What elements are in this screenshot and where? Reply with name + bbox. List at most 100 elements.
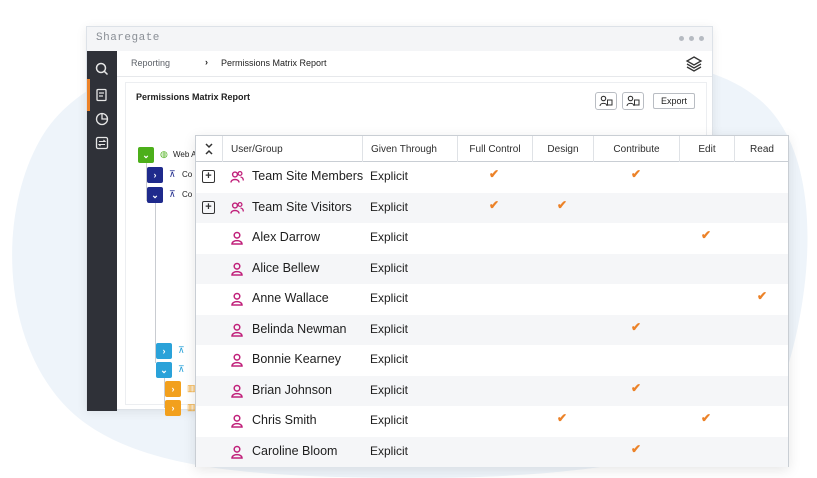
table-row[interactable]: Brian Johnson Explicit ✔ [196,375,788,406]
check-icon-edit: ✔ [701,228,712,242]
transfer-icon[interactable] [92,133,112,153]
table-row[interactable]: Belinda Newman Explicit ✔ [196,314,788,345]
user-icon [231,231,243,245]
row-user-name: Bonnie Kearney [252,352,341,366]
expand-icon[interactable]: + [202,200,215,214]
user-icon [231,445,243,459]
users-icon [599,95,613,107]
tree-expand-button[interactable]: › [165,400,181,416]
permissions-matrix: User/Group Given Through Full Control De… [195,135,789,467]
row-given-through: Explicit [370,291,409,305]
table-row[interactable]: Alice Bellew Explicit [196,253,788,284]
group-icon [230,201,244,214]
app-logo: Sharegate [96,32,160,44]
group-icon [230,170,244,183]
matrix-header: User/Group Given Through Full Control De… [196,136,788,162]
page-title: Permissions Matrix Report [136,92,251,102]
check-icon-read: ✔ [757,289,768,303]
check-icon-contribute: ✔ [631,319,642,334]
check-icon-design: ✔ [557,197,568,212]
user-icon [231,353,243,367]
table-row[interactable]: Caroline Bloom Explicit ✔ [196,436,788,467]
check-icon-contribute: ✔ [631,167,642,181]
site-icon: ⊼ [169,189,176,199]
row-user-name: Belinda Newman [252,321,347,336]
column-header-full-control[interactable]: Full Control [457,136,532,162]
check-icon-contribute: ✔ [631,441,642,456]
column-header-contribute[interactable]: Contribute [593,136,679,162]
column-header-design[interactable]: Design [532,136,593,162]
row-user-name: Alex Darrow [252,230,321,244]
tree-expand-button[interactable]: › [147,167,163,183]
breadcrumb-reporting[interactable]: Reporting [131,58,170,68]
row-user-name: Chris Smith [252,413,317,427]
row-given-through: Explicit [370,413,409,427]
tree-expand-button[interactable]: › [156,343,172,359]
export-button[interactable]: Export [653,93,695,109]
check-icon-edit: ✔ [701,411,712,425]
user-icon [231,414,243,428]
search-icon[interactable] [92,59,112,79]
users-icon [626,95,640,107]
user-icon [231,292,243,306]
layers-icon[interactable] [684,54,704,74]
chevron-right-icon: › [205,57,208,67]
expand-icon[interactable]: + [202,170,215,183]
window-dot[interactable] [679,36,684,41]
pie-chart-icon[interactable] [92,109,112,129]
check-icon-design: ✔ [557,411,568,425]
row-user-name: Team Site Visitors [252,199,352,214]
row-user-name: Caroline Bloom [252,443,338,458]
row-user-name: Anne Wallace [252,291,329,305]
user-icon [231,262,243,276]
globe-icon: ◍ [160,149,168,159]
column-header-edit[interactable]: Edit [679,136,734,162]
breadcrumb-current: Permissions Matrix Report [221,58,327,68]
user-icon [231,323,243,337]
tree-collapse-button[interactable]: ⌄ [147,187,163,203]
tree-collapse-button[interactable]: ⌄ [138,147,154,163]
table-row[interactable]: Anne Wallace Explicit ✔ [196,284,788,315]
check-icon-contribute: ✔ [631,380,642,395]
site-icon: ⊼ [169,169,176,179]
collapse-all-icon[interactable] [196,136,222,162]
row-given-through: Explicit [370,443,409,458]
row-given-through: Explicit [370,230,409,244]
table-row[interactable]: Alex Darrow Explicit ✔ [196,223,788,254]
breadcrumb: Reporting › Permissions Matrix Report [117,51,712,77]
user-icon [231,384,243,398]
tree-collapse-button[interactable]: ⌄ [156,362,172,378]
column-header-given-through[interactable]: Given Through [362,136,457,162]
table-row[interactable]: Chris Smith Explicit ✔ ✔ [196,406,788,437]
window-dot[interactable] [689,36,694,41]
row-user-name: Alice Bellew [252,260,320,275]
group-filter-button[interactable] [622,92,644,110]
check-icon-full-control: ✔ [489,197,500,212]
row-given-through: Explicit [370,260,409,275]
user-filter-button[interactable] [595,92,617,110]
tree-expand-button[interactable]: › [165,381,181,397]
tree-node-label[interactable]: Co [182,170,192,179]
window-controls[interactable] [679,36,704,41]
row-given-through: Explicit [370,169,409,183]
row-given-through: Explicit [370,352,409,366]
check-icon-full-control: ✔ [489,167,500,181]
report-icon[interactable] [87,79,112,111]
site-icon: ⊼ [178,345,185,355]
table-row[interactable]: + Team Site Visitors Explicit ✔ ✔ [196,192,788,223]
row-user-name: Brian Johnson [252,382,332,397]
row-given-through: Explicit [370,382,409,397]
tree-node-label[interactable]: Co [182,190,192,199]
table-row[interactable]: Bonnie Kearney Explicit [196,345,788,376]
tree-line [155,203,156,363]
table-row[interactable]: + Team Site Members Explicit ✔ ✔ [196,162,788,193]
column-header-read[interactable]: Read [734,136,789,162]
row-user-name: Team Site Members [252,169,364,183]
row-given-through: Explicit [370,199,409,214]
site-icon: ⊼ [178,364,185,374]
title-bar: Sharegate [87,27,712,51]
row-given-through: Explicit [370,321,409,336]
sidebar [87,51,117,411]
column-header-user-group[interactable]: User/Group [222,136,362,162]
window-dot[interactable] [699,36,704,41]
